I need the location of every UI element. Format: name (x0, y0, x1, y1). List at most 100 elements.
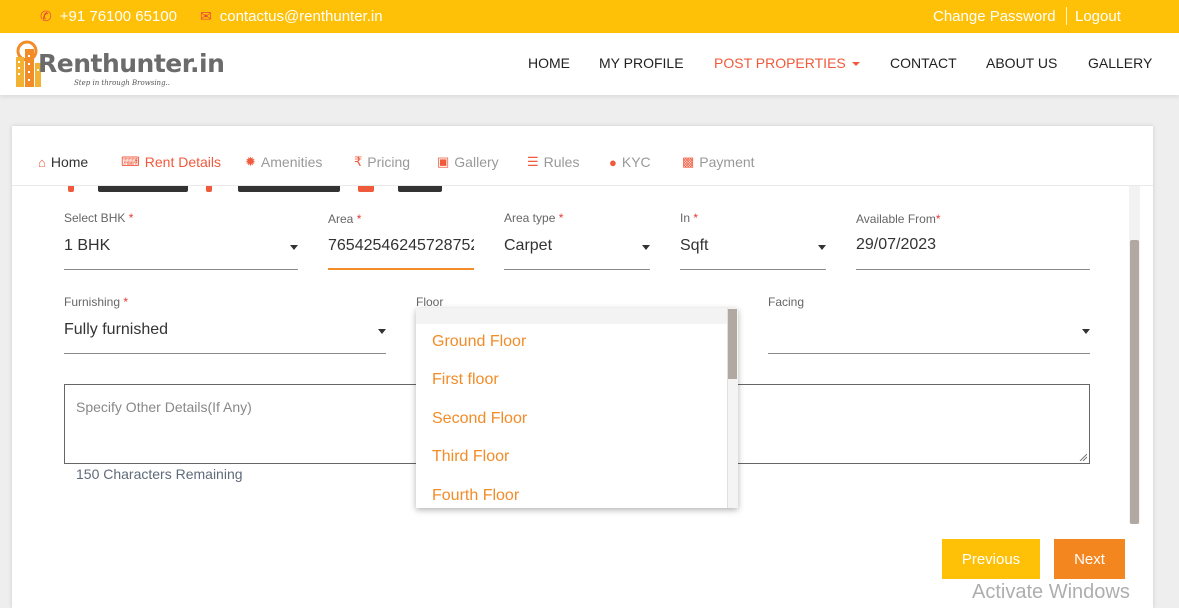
wizard-tabs: ⌂ Home ⌨ Rent Details ✹ Amenities ₹ Pric… (12, 126, 1153, 186)
logo-tagline: Step in through Browsing.. (74, 79, 171, 87)
facing-label: Facing (768, 295, 805, 309)
site-header: Renthunter.in Step in through Browsing..… (0, 33, 1179, 95)
required-marker: * (356, 212, 362, 226)
unit-label-text: In (680, 211, 691, 225)
floor-option-empty[interactable] (416, 308, 727, 324)
keyboard-icon: ⌨ (121, 154, 140, 169)
home-icon: ⌂ (38, 154, 46, 170)
available-from-label-text: Available From (856, 212, 936, 226)
tab-rent-details-label: Rent Details (144, 154, 222, 170)
image-icon: ▣ (437, 154, 450, 169)
required-marker: * (123, 295, 129, 309)
nav-post-properties-label: POST PROPERTIES (714, 55, 846, 71)
furnishing-select[interactable]: Fully furnished (64, 321, 344, 339)
tab-payment-label: Payment (699, 154, 755, 170)
email-address: contactus@renthunter.in (219, 8, 383, 25)
unit-dropdown-arrow-icon[interactable] (818, 245, 826, 250)
nav-my-profile[interactable]: MY PROFILE (599, 55, 684, 71)
unit-select[interactable]: Sqft (680, 237, 790, 255)
floor-option-second[interactable]: Second Floor (432, 410, 527, 428)
tab-pricing-label: Pricing (367, 154, 411, 170)
floor-option-fourth[interactable]: Fourth Floor (432, 487, 519, 505)
phone-icon: ✆ (40, 8, 52, 24)
scrolled-off-text (238, 186, 340, 192)
tab-rent-details[interactable]: ⌨ Rent Details (121, 154, 221, 170)
tab-pricing[interactable]: ₹ Pricing (354, 154, 410, 170)
area-type-label-text: Area type (504, 211, 556, 225)
tab-rules[interactable]: ☰ Rules (527, 154, 579, 170)
nav-contact[interactable]: CONTACT (890, 55, 957, 71)
facing-underline (768, 353, 1090, 354)
required-marker: * (693, 211, 699, 225)
scrolled-off-text (398, 186, 442, 192)
logo-text: Renthunter.in (38, 49, 225, 78)
floor-option-first[interactable]: First floor (432, 371, 499, 389)
required-marker: * (935, 212, 941, 226)
tab-gallery-label: Gallery (454, 154, 499, 170)
logo-wordmark: Renthunter.in (38, 49, 225, 78)
bhk-select[interactable]: 1 BHK (64, 237, 264, 255)
area-type-label: Area type * (504, 211, 563, 225)
required-marker: * (558, 211, 564, 225)
nav-home[interactable]: HOME (528, 55, 570, 71)
area-type-underline (504, 269, 650, 270)
bhk-label-text: Select BHK (64, 211, 126, 225)
facing-dropdown-arrow-icon[interactable] (1082, 329, 1090, 334)
tab-amenities[interactable]: ✹ Amenities (245, 154, 322, 170)
floor-label: Floor (416, 295, 444, 309)
next-button[interactable]: Next (1054, 539, 1125, 579)
scrolled-off-text (98, 186, 188, 192)
area-label-text: Area (328, 212, 354, 226)
unit-label: In * (680, 211, 698, 225)
tab-home[interactable]: ⌂ Home (38, 154, 88, 170)
rupee-icon: ₹ (354, 154, 363, 169)
available-from-input[interactable]: 29/07/2023 (856, 236, 1056, 254)
available-from-underline (856, 269, 1090, 270)
nav-about-us[interactable]: ABOUT US (986, 55, 1057, 71)
furnishing-label-text: Furnishing (64, 295, 121, 309)
floor-dropdown-scrollbar-thumb[interactable] (728, 309, 737, 379)
phone-contact[interactable]: ✆ +91 76100 65100 (40, 8, 177, 25)
area-label: Area * (328, 212, 361, 226)
form-scrollbar-thumb[interactable] (1130, 240, 1139, 524)
list-icon: ☰ (527, 154, 539, 169)
nav-gallery[interactable]: GALLERY (1088, 55, 1152, 71)
floor-option-ground[interactable]: Ground Floor (432, 333, 526, 351)
resize-grip-icon[interactable] (1079, 453, 1087, 461)
bhk-dropdown-arrow-icon[interactable] (290, 245, 298, 250)
logout-link[interactable]: Logout (1075, 8, 1121, 25)
scrolled-off-icon (68, 186, 74, 192)
required-marker: * (128, 211, 134, 225)
tab-kyc-label: KYC (621, 154, 651, 170)
area-input[interactable]: 76542546245728752 (328, 237, 474, 255)
characters-remaining: 150 Characters Remaining (76, 466, 243, 482)
scrolled-off-icon (358, 186, 374, 192)
renthunter-logo[interactable]: Renthunter.in Step in through Browsing.. (12, 37, 225, 93)
tab-gallery[interactable]: ▣ Gallery (437, 154, 499, 170)
envelope-icon: ✉ (200, 8, 212, 24)
topbar-divider (1066, 7, 1067, 25)
area-underline-focused (328, 268, 474, 270)
caret-down-icon (851, 62, 860, 67)
tab-rules-label: Rules (543, 154, 580, 170)
scrolled-off-icon (206, 186, 212, 192)
bhk-label: Select BHK * (64, 211, 133, 225)
area-type-select[interactable]: Carpet (504, 237, 614, 255)
burst-icon: ✹ (245, 154, 256, 169)
tab-amenities-label: Amenities (260, 154, 323, 170)
furnishing-underline (64, 353, 386, 354)
tab-kyc[interactable]: ● KYC (609, 154, 651, 170)
nav-post-properties[interactable]: POST PROPERTIES (714, 55, 860, 71)
previous-button[interactable]: Previous (942, 539, 1040, 579)
activate-windows-watermark: Activate Windows (972, 581, 1130, 603)
area-type-dropdown-arrow-icon[interactable] (642, 245, 650, 250)
phone-number: +91 76100 65100 (59, 8, 177, 25)
available-from-label: Available From* (856, 212, 940, 226)
email-contact[interactable]: ✉ contactus@renthunter.in (200, 8, 383, 25)
floor-option-third[interactable]: Third Floor (432, 448, 509, 466)
bhk-underline (64, 269, 298, 270)
floor-dropdown-menu: Ground Floor First floor Second Floor Th… (416, 308, 738, 508)
furnishing-dropdown-arrow-icon[interactable] (378, 329, 386, 334)
change-password-link[interactable]: Change Password (933, 8, 1056, 25)
tab-payment[interactable]: ▩ Payment (682, 154, 755, 170)
